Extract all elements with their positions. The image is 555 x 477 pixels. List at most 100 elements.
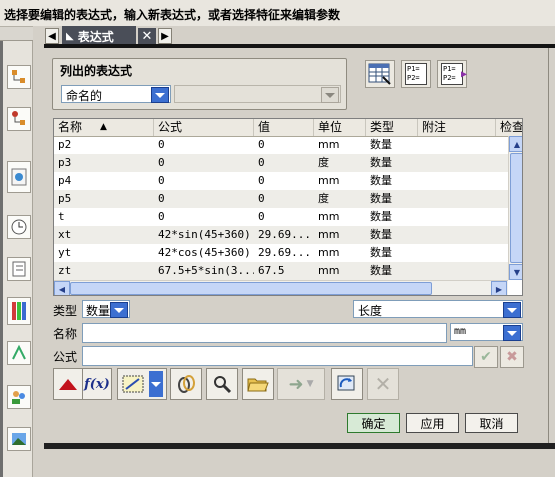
- name-field[interactable]: [82, 323, 447, 343]
- cell-type: 数量: [370, 138, 392, 151]
- tab-scroll-right-button[interactable]: ▶: [158, 28, 172, 44]
- scroll-right-button[interactable]: ▶: [491, 281, 507, 295]
- cell-note: [418, 262, 496, 280]
- table-row[interactable]: xt 42*sin(45+360) 29.69... mm 数量: [54, 226, 508, 244]
- table-row[interactable]: p2 0 0 mm 数量: [54, 136, 508, 154]
- cell-formula: 67.5+5*sin(3...: [158, 264, 254, 277]
- cell-unit: mm: [318, 264, 340, 277]
- cell-unit: mm: [318, 228, 340, 241]
- p1-p2-export-icon: P1= P2= ▶: [441, 63, 467, 85]
- dimension-value: 长度: [358, 304, 383, 318]
- sort-ascending-icon: ▲: [100, 122, 107, 132]
- chevron-down-icon: [321, 87, 339, 103]
- cancel-button[interactable]: 取消: [465, 413, 518, 433]
- close-icon: ✕: [141, 28, 153, 44]
- folder-icon: [247, 378, 269, 392]
- tab-scroll-left-button[interactable]: ◀: [45, 28, 59, 44]
- table-row[interactable]: t 0 0 mm 数量: [54, 208, 508, 226]
- close-tab-button[interactable]: ✕: [138, 28, 156, 44]
- tab-label: 表达式: [77, 29, 114, 44]
- part-navigator-icon[interactable]: [7, 107, 31, 131]
- filter-dropdown[interactable]: 命名的: [61, 85, 171, 103]
- spreadsheet-edit-button[interactable]: [365, 60, 395, 88]
- reuse-library-icon[interactable]: [7, 257, 31, 281]
- open-file-button[interactable]: [242, 368, 274, 400]
- column-header-note[interactable]: 附注: [418, 119, 496, 136]
- import-expressions-button[interactable]: P1= P2=: [401, 60, 431, 88]
- horizontal-scroll-thumb[interactable]: [70, 282, 432, 295]
- roles-icon[interactable]: [7, 385, 31, 409]
- cell-type: 数量: [370, 210, 392, 223]
- delete-expression-button[interactable]: [53, 368, 83, 400]
- vertical-scroll-thumb[interactable]: [510, 153, 522, 263]
- cell-note: [418, 172, 496, 190]
- tab-expressions[interactable]: ◣ 表达式: [62, 26, 136, 46]
- spreadsheet-icon: [368, 63, 391, 85]
- cell-unit: mm: [318, 138, 340, 151]
- export-expressions-button[interactable]: P1= P2= ▶: [437, 60, 467, 88]
- cell-value: 67.5: [258, 264, 285, 277]
- chevron-down-icon: [503, 302, 521, 318]
- ok-button[interactable]: 确定: [347, 413, 400, 433]
- column-header-formula[interactable]: 公式: [154, 119, 254, 136]
- cell-unit: mm: [318, 246, 340, 259]
- unit-dropdown[interactable]: mm: [450, 323, 523, 341]
- cell-name: zt: [58, 264, 72, 277]
- refresh-icon: [337, 375, 355, 391]
- column-header-value[interactable]: 值: [254, 119, 314, 136]
- scroll-up-button[interactable]: ▲: [509, 136, 522, 152]
- type-value: 数量: [86, 304, 111, 318]
- cell-type: 数量: [370, 156, 392, 169]
- create-link-button[interactable]: [206, 368, 238, 400]
- cell-value: 29.69...: [258, 246, 311, 259]
- cell-unit: 度: [318, 192, 329, 205]
- chevron-down-icon: [503, 325, 521, 341]
- column-header-type[interactable]: 类型: [366, 119, 418, 136]
- group-title: 列出的表达式: [60, 64, 133, 78]
- table-row[interactable]: zt 67.5+5*sin(3... 67.5 mm 数量: [54, 262, 508, 280]
- resource-bar: [3, 41, 33, 477]
- browser-icon[interactable]: [7, 161, 31, 193]
- cell-type: 数量: [370, 174, 392, 187]
- column-header-unit[interactable]: 单位: [314, 119, 366, 136]
- column-header-name[interactable]: 名称 ▲: [54, 119, 154, 136]
- table-row[interactable]: p4 0 0 mm 数量: [54, 172, 508, 190]
- unit-value: mm: [454, 326, 467, 337]
- formula-field[interactable]: [82, 346, 473, 366]
- checkmark-icon: ✔: [480, 349, 492, 365]
- function-button[interactable]: f(x): [82, 368, 112, 400]
- table-row[interactable]: p3 0 0 度 数量: [54, 154, 508, 172]
- cell-name: xt: [58, 228, 72, 241]
- accept-edit-button[interactable]: ✔: [474, 346, 498, 368]
- reference-button[interactable]: [170, 368, 202, 400]
- vertical-scrollbar[interactable]: ▲ ▼: [508, 136, 522, 280]
- cell-note: [418, 190, 496, 208]
- process-studio-icon[interactable]: [7, 341, 31, 365]
- cell-name: p4: [58, 174, 72, 187]
- assembly-navigator-icon[interactable]: [7, 65, 31, 89]
- apply-button[interactable]: 应用: [406, 413, 459, 433]
- type-label: 类型: [53, 304, 78, 318]
- table-row[interactable]: p5 0 0 度 数量: [54, 190, 508, 208]
- table-row[interactable]: yt 42*cos(45+360) 29.69... mm 数量: [54, 244, 508, 262]
- scroll-left-button[interactable]: ◀: [54, 281, 70, 295]
- horizontal-scrollbar[interactable]: ◀ ▶: [54, 280, 508, 295]
- cell-value: 29.69...: [258, 228, 311, 241]
- history-icon[interactable]: [7, 215, 31, 239]
- measure-button[interactable]: [117, 368, 167, 400]
- x-icon: ✕: [374, 372, 392, 396]
- palette-icon[interactable]: [7, 297, 31, 325]
- chevron-down-icon: ▼: [306, 379, 314, 389]
- cell-note: [418, 154, 496, 172]
- system-scene-icon[interactable]: [7, 427, 31, 451]
- refresh-button[interactable]: [331, 368, 363, 400]
- cell-value: 0: [258, 138, 265, 151]
- cue-line: 选择要编辑的表达式，输入新表达式，或者选择特征来编辑参数: [0, 0, 555, 27]
- scroll-down-button[interactable]: ▼: [509, 264, 522, 280]
- filter-value: 命名的: [66, 89, 103, 103]
- type-dropdown[interactable]: 数量: [82, 300, 130, 318]
- reject-edit-button[interactable]: ✖: [500, 346, 524, 368]
- column-header-check[interactable]: 检查: [496, 119, 522, 136]
- dimension-dropdown[interactable]: 长度: [353, 300, 523, 318]
- chevron-left-icon: ◀: [48, 30, 56, 42]
